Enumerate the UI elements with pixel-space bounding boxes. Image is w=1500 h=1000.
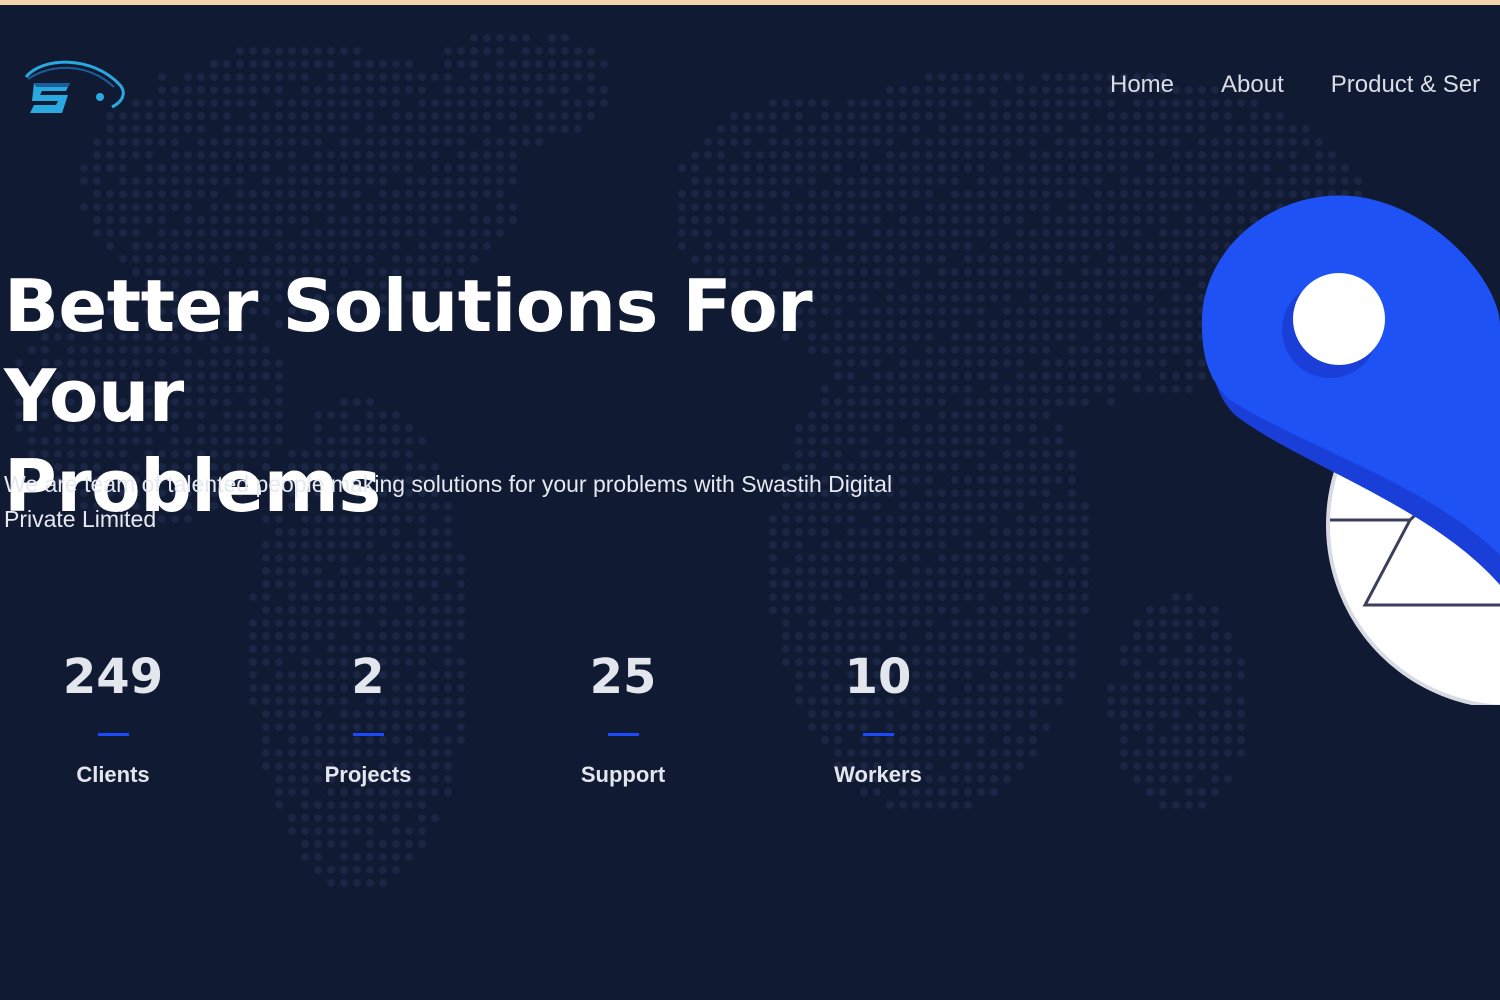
main-nav: Home About Product & Ser: [1110, 71, 1480, 111]
stat-label: Clients: [76, 762, 150, 787]
stat-number: 10: [844, 649, 912, 705]
stat-number: 249: [62, 649, 164, 705]
stats-row: 249 Clients 2 Projects 25 Support 10 Wor…: [0, 645, 1000, 815]
hero-subtitle: We are team of talented people making so…: [4, 471, 893, 532]
stat-workers: 10 Workers: [778, 645, 978, 788]
stat-clients: 249 Clients: [13, 645, 213, 788]
stat-support: 25 Support: [523, 645, 723, 788]
stat-number: 2: [351, 649, 385, 705]
stat-number: 25: [589, 649, 657, 705]
nav-home[interactable]: Home: [1110, 71, 1174, 111]
stat-label: Workers: [834, 762, 922, 787]
site-logo[interactable]: [22, 57, 130, 121]
nav-about[interactable]: About: [1221, 71, 1284, 111]
location-pin-icon: [1201, 195, 1500, 705]
hero-title-line-1: Better Solutions For Your: [4, 264, 813, 438]
stat-label: Support: [580, 762, 666, 787]
stat-divider: [97, 733, 129, 736]
swastih-logo-icon: [24, 60, 125, 113]
stat-divider: [607, 733, 639, 736]
nav-product-services[interactable]: Product & Ser: [1331, 71, 1480, 111]
stat-divider: [352, 733, 384, 736]
stat-divider: [862, 733, 894, 736]
hero-section: Home About Product & Ser Better Solution…: [0, 5, 1500, 1000]
stat-label: Projects: [324, 762, 412, 787]
stat-projects: 2 Projects: [268, 645, 468, 788]
